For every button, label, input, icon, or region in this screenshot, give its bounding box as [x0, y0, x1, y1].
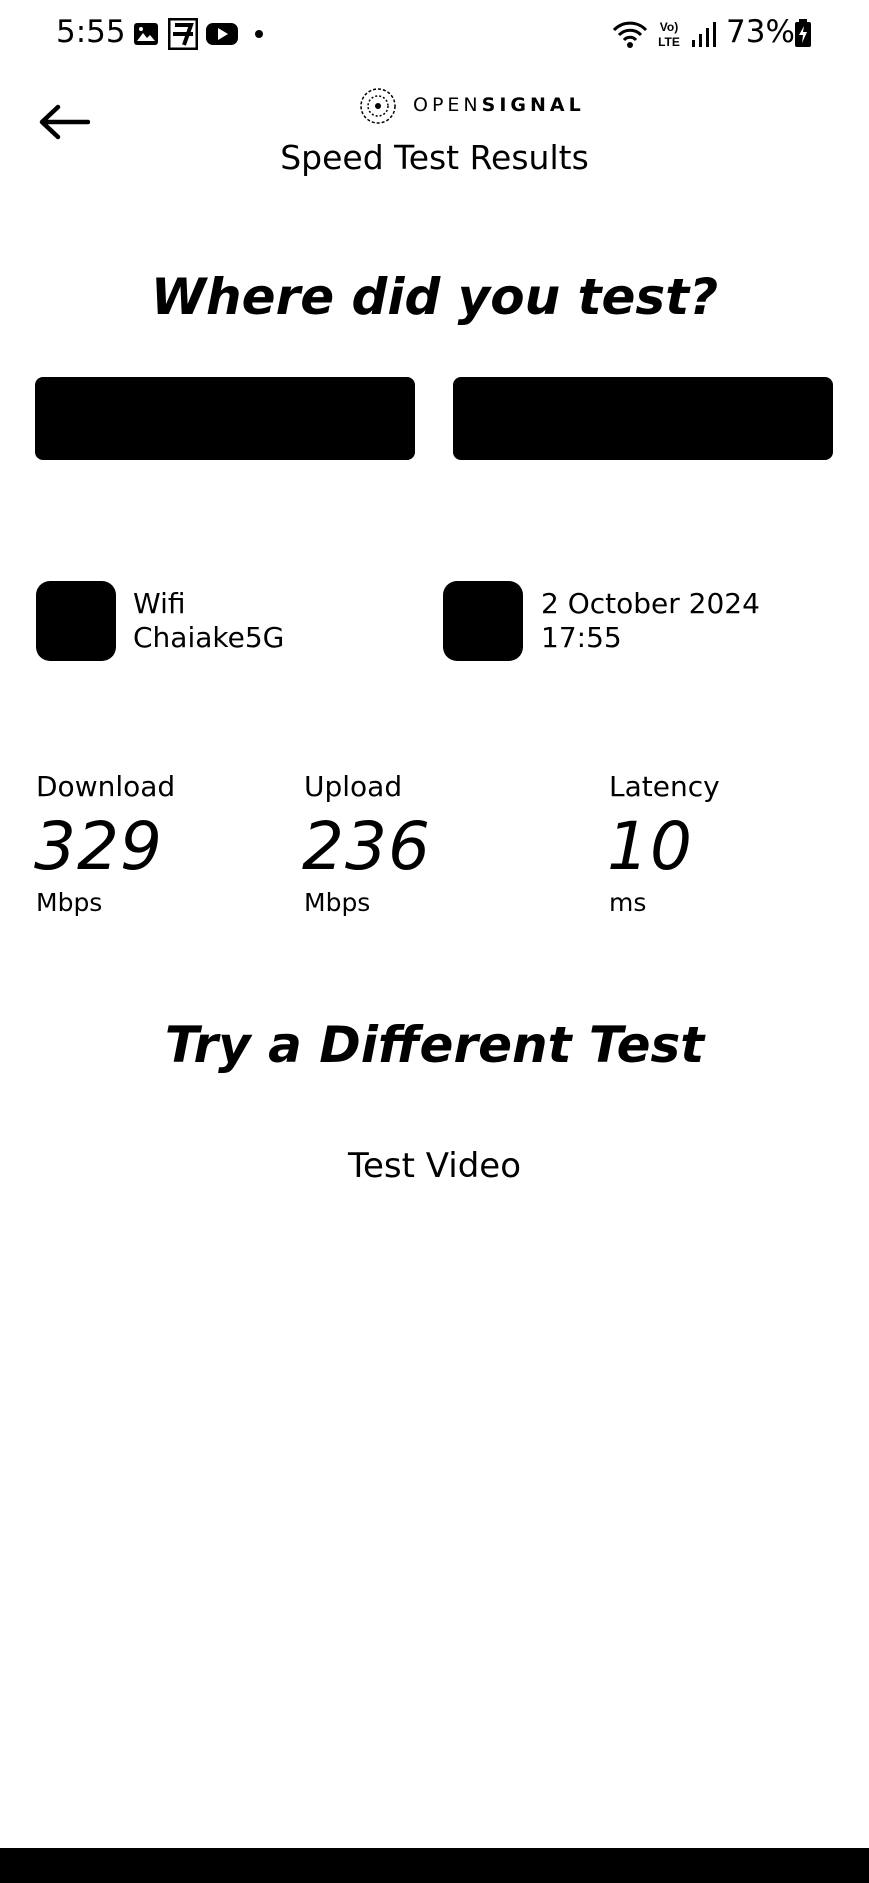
status-time: 5:55 — [56, 14, 126, 50]
signal-icon — [692, 22, 716, 47]
volte-icon: Vo) LTE — [658, 20, 680, 49]
battery-percent: 73% — [726, 14, 795, 50]
youtube-icon — [206, 23, 238, 45]
seven-eleven-icon — [168, 18, 198, 50]
different-test-heading: Try a Different Test — [164, 1016, 705, 1074]
upload-label: Upload — [304, 770, 403, 803]
location-option-button-1[interactable] — [35, 377, 415, 460]
test-time: 17:55 — [541, 621, 622, 654]
test-datetime: 2 October 2024 17:55 — [541, 587, 760, 655]
svg-text:LTE: LTE — [658, 35, 680, 49]
latency-value: 10 — [607, 808, 693, 885]
gallery-icon — [134, 23, 158, 45]
download-unit: Mbps — [36, 888, 103, 917]
dot-icon — [255, 30, 263, 38]
connection-type: Wifi — [133, 587, 186, 620]
back-arrow-icon[interactable] — [38, 104, 90, 140]
download-label: Download — [36, 770, 176, 803]
test-video-button[interactable]: Test Video — [0, 1146, 869, 1186]
connection-icon — [36, 581, 116, 661]
calendar-icon — [443, 581, 523, 661]
svg-text:Vo): Vo) — [660, 20, 678, 34]
upload-unit: Mbps — [304, 888, 371, 917]
upload-value: 236 — [302, 808, 431, 885]
opensignal-logo-icon — [360, 88, 396, 124]
system-navigation-bar — [0, 1848, 869, 1883]
battery-icon — [795, 19, 811, 47]
network-name: Chaiake5G — [133, 621, 285, 654]
location-option-button-2[interactable] — [453, 377, 833, 460]
latency-unit: ms — [609, 888, 647, 917]
latency-label: Latency — [609, 770, 720, 803]
download-value: 329 — [34, 808, 163, 885]
brand-name: OPENSIGNAL — [413, 94, 585, 116]
location-heading: Where did you test? — [150, 268, 719, 326]
page-title: Speed Test Results — [280, 138, 589, 177]
test-date: 2 October 2024 — [541, 587, 760, 620]
connection-info: Wifi Chaiake5G — [133, 587, 284, 655]
wifi-icon — [612, 21, 648, 48]
